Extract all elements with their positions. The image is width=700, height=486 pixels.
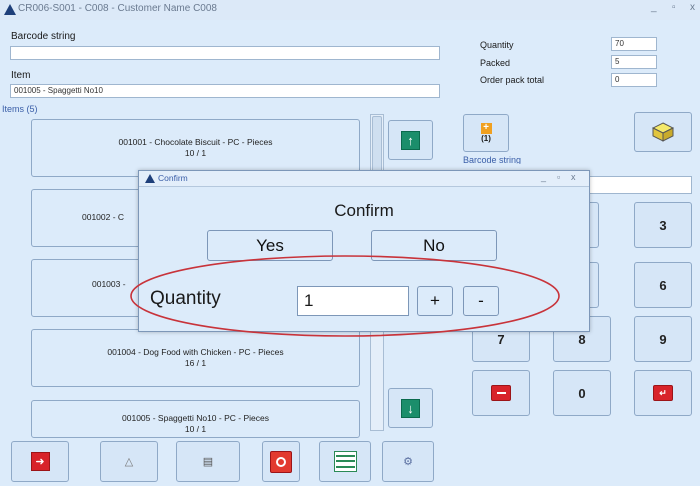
exit-icon: ➜	[30, 452, 50, 471]
exit-button[interactable]: ➜	[11, 441, 69, 482]
bottom-right-panel	[455, 430, 700, 486]
item-label: Item	[11, 70, 31, 81]
scroll-up-button[interactable]: ↑	[388, 120, 433, 160]
minus-icon	[491, 385, 511, 401]
list-item-title: 001002 - C	[82, 212, 125, 222]
list-item-sub: 10 / 1	[184, 148, 207, 158]
dialog-close-button[interactable]: x	[571, 172, 576, 182]
quantity-field[interactable]: 70	[611, 37, 657, 51]
maximize-button[interactable]: ▫	[672, 2, 676, 13]
item-input[interactable]: 001005 - Spaggetti No10	[10, 84, 440, 98]
up-arrow-icon: ↑	[401, 130, 420, 150]
annotation-ellipse	[130, 255, 560, 337]
items-header: Items (5)	[2, 104, 38, 114]
settings-icon: ⚙	[403, 456, 413, 468]
packed-field[interactable]: 5	[611, 55, 657, 69]
plus-badge-icon: +	[480, 123, 492, 134]
add-pack-count: (1)	[481, 134, 491, 143]
list-item-sub: 16 / 1	[184, 358, 207, 368]
list-item-title: 001001 - Chocolate Biscuit - PC - Pieces	[118, 137, 273, 147]
clipboard-icon: ▤	[202, 456, 214, 468]
dialog-logo-icon	[145, 174, 155, 183]
barcode-label: Barcode string	[11, 31, 76, 42]
list-item-title: 001003 -	[92, 279, 126, 289]
close-button[interactable]: x	[690, 2, 695, 13]
list-icon	[333, 451, 357, 472]
key-6[interactable]: 6	[634, 262, 692, 308]
dialog-minimize-button[interactable]: _	[541, 172, 546, 182]
key-minus[interactable]	[472, 370, 530, 416]
dialog-maximize-button[interactable]: ▫	[557, 172, 560, 182]
key-3[interactable]: 3	[634, 202, 692, 248]
key-9[interactable]: 9	[634, 316, 692, 362]
barcode-right-label: Barcode string	[463, 155, 522, 164]
list-item[interactable]: 001005 - Spaggetti No10 - PC - Pieces 10…	[31, 400, 360, 438]
scroll-down-button[interactable]: ↓	[388, 388, 433, 428]
list-item-title: 001004 - Dog Food with Chicken - PC - Pi…	[107, 347, 284, 357]
key-backspace[interactable]: ↵	[634, 370, 692, 416]
lock-icon: △	[124, 456, 134, 468]
list-item-title: 001005 - Spaggetti No10 - PC - Pieces	[122, 413, 269, 423]
window-title: CR006-S001 - C008 - Customer Name C008	[18, 3, 217, 14]
order-pack-total-field[interactable]: 0	[611, 73, 657, 87]
key-0[interactable]: 0	[553, 370, 611, 416]
cube-icon	[652, 122, 674, 142]
dialog-title: Confirm	[158, 173, 188, 183]
barcode-input[interactable]	[10, 46, 440, 60]
cancel-icon	[270, 450, 292, 473]
cancel-button[interactable]	[262, 441, 300, 482]
order-pack-total-label: Order pack total	[480, 75, 545, 85]
dialog-titlebar: Confirm _ ▫ x	[139, 171, 589, 187]
settings-button[interactable]: ⚙	[382, 441, 434, 482]
packed-label: Packed	[480, 58, 511, 68]
dialog-heading: Confirm	[334, 201, 394, 220]
package-button[interactable]	[634, 112, 692, 152]
list-item-sub: 10 / 1	[184, 424, 207, 434]
barcode-right-input[interactable]	[588, 176, 692, 194]
backspace-icon: ↵	[653, 385, 673, 401]
add-pack-button[interactable]: + (1)	[463, 114, 509, 152]
quantity-label: Quantity	[480, 40, 514, 50]
list-view-button[interactable]	[319, 441, 371, 482]
clipboard-button[interactable]: ▤	[176, 441, 240, 482]
down-arrow-icon: ↓	[401, 398, 420, 418]
list-item[interactable]: 001001 - Chocolate Biscuit - PC - Pieces…	[31, 119, 360, 177]
minimize-button[interactable]: _	[651, 2, 657, 13]
lock-button[interactable]: △	[100, 441, 158, 482]
app-logo-icon	[4, 4, 16, 15]
